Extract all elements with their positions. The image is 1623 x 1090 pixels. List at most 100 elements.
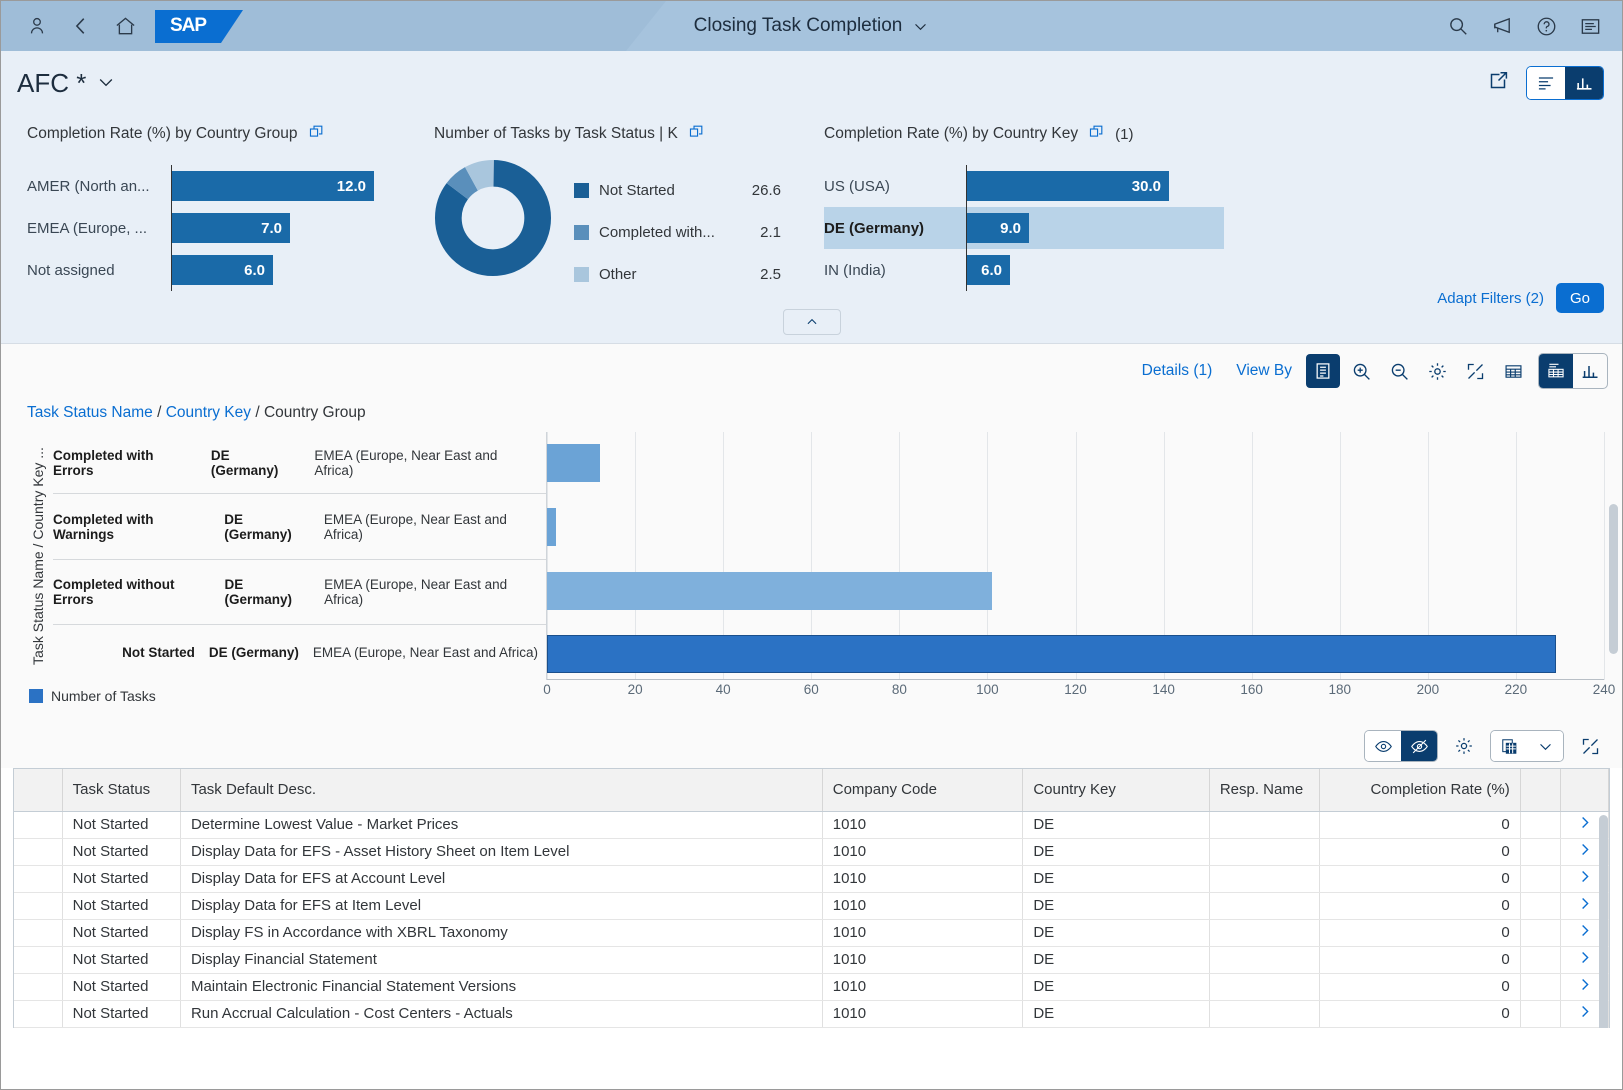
settings-icon[interactable] [1420, 354, 1454, 388]
megaphone-icon[interactable] [1480, 4, 1524, 48]
fullscreen-icon[interactable] [1458, 354, 1492, 388]
copy-to-clipboard-icon[interactable] [1491, 731, 1527, 761]
card2-legend-row-2[interactable]: Other 2.5 [574, 253, 781, 295]
card1-bar-row-2[interactable]: Not assigned 6.0 [27, 249, 422, 291]
fullscreen-icon[interactable] [1574, 731, 1606, 761]
home-icon[interactable] [103, 4, 147, 48]
zoom-out-icon[interactable] [1382, 354, 1416, 388]
back-icon[interactable] [59, 4, 103, 48]
table-row[interactable]: Not Started Run Accrual Calculation - Cos… [14, 1000, 1609, 1028]
table-row[interactable]: Not Started Maintain Electronic Financial… [14, 973, 1609, 1001]
table-vertical-scrollbar[interactable] [1599, 815, 1608, 1028]
cell-task-status: Not Started [62, 811, 181, 839]
cell-select [14, 946, 63, 974]
table-grid-icon[interactable] [1496, 354, 1530, 388]
chevron-down-icon [100, 78, 113, 86]
open-in-full-screen-icon[interactable] [1088, 123, 1105, 145]
user-icon[interactable] [15, 4, 59, 48]
chart-bar-3[interactable] [547, 635, 1556, 673]
cell-company-code: 1010 [822, 1000, 1024, 1028]
card3-bar-row-0[interactable]: US (USA) 30.0 [824, 165, 1224, 207]
cell-select [14, 892, 63, 920]
breadcrumb: Task Status Name / Country Key / Country… [1, 398, 1622, 432]
settings-icon[interactable] [1448, 731, 1480, 761]
chart-table-icon[interactable] [1539, 354, 1573, 388]
card3-bar-row-2[interactable]: IN (India) 6.0 [824, 249, 1224, 291]
chart-vertical-scrollbar[interactable] [1609, 504, 1618, 654]
breadcrumb-separator: / [255, 404, 260, 421]
cell-spacer [1520, 838, 1561, 866]
search-icon[interactable] [1436, 4, 1480, 48]
x-axis-tick-label: 220 [1504, 682, 1528, 697]
cell-company-code: 1010 [822, 973, 1024, 1001]
cell-resp-name [1209, 892, 1321, 920]
table-row[interactable]: Not Started Display Data for EFS at Item … [14, 892, 1609, 920]
card-title: Completion Rate (%) by Country Group [27, 125, 298, 142]
chart-bar-1[interactable] [547, 508, 556, 546]
app-title-button[interactable]: Closing Task Completion [694, 15, 930, 37]
th-task-status[interactable]: Task Status [62, 769, 181, 812]
table-row[interactable]: Not Started Display FS in Accordance with… [14, 919, 1609, 947]
chevron-down-icon [915, 23, 927, 30]
go-button[interactable]: Go [1555, 283, 1604, 313]
card2-legend-row-0[interactable]: Not Started 26.6 [574, 169, 781, 211]
chart-section: Details (1) View By Task Status Name / C… [1, 344, 1622, 768]
show-labels-icon[interactable] [1365, 731, 1401, 761]
collapse-header-button[interactable] [782, 309, 841, 335]
dimension-list-icon[interactable] [1306, 354, 1340, 388]
cell-country-key: DE [1022, 946, 1210, 974]
category-group-0: EMEA (Europe, Near East and Africa) [314, 447, 498, 478]
card3-bar-row-1[interactable]: DE (Germany) 9.0 [824, 207, 1224, 249]
breadcrumb-item-country-key[interactable]: Country Key [166, 404, 251, 421]
donut-chart[interactable] [434, 159, 552, 277]
view-by-button[interactable]: View By [1226, 362, 1302, 380]
card3-bar-label-1: DE (Germany) [824, 219, 925, 237]
chart-bar-0[interactable] [547, 444, 600, 482]
table-row[interactable]: Not Started Determine Lowest Value - Mark… [14, 811, 1609, 839]
th-company-code[interactable]: Company Code [821, 769, 1024, 812]
zoom-in-icon[interactable] [1344, 354, 1378, 388]
th-nav [1560, 769, 1609, 812]
adapt-filters-button[interactable]: Adapt Filters (2) [1437, 290, 1544, 307]
breadcrumb-item-task-status-name[interactable]: Task Status Name [27, 404, 153, 421]
legend-swatch-icon [29, 689, 43, 703]
main-bar-chart[interactable]: Task Status Name / Country Key ... Compl… [1, 432, 1622, 704]
open-in-full-screen-icon[interactable] [688, 123, 705, 145]
category-group-3: EMEA (Europe, Near East and Africa) [312, 645, 538, 660]
category-row-1: Completed with Warnings DE (Germany) EME… [53, 494, 546, 560]
th-resp-name[interactable]: Resp. Name [1209, 769, 1321, 812]
share-icon[interactable] [1486, 69, 1510, 98]
table-row[interactable]: Not Started Display Data for EFS - Asset … [14, 838, 1609, 866]
cell-resp-name [1209, 811, 1321, 839]
card1-bar-row-0[interactable]: AMER (North an... 12.0 [27, 165, 422, 207]
variant-management-button[interactable]: AFC * [17, 68, 116, 99]
table-header-row: Task Status Task Default Desc. Company C… [14, 769, 1609, 812]
card2-legend-row-1[interactable]: Completed with... 2.1 [574, 211, 781, 253]
card2-legend-value-0: 26.6 [751, 181, 781, 199]
menu-icon[interactable] [1568, 4, 1612, 48]
th-country-key[interactable]: Country Key [1022, 769, 1210, 812]
card3-bar-value-1: 9.0 [1000, 219, 1021, 237]
th-completion-rate[interactable]: Completion Rate (%) [1319, 769, 1521, 812]
chart-view-icon[interactable] [1565, 67, 1603, 99]
list-view-icon[interactable] [1527, 67, 1565, 99]
cell-country-key: DE [1022, 811, 1210, 839]
cell-spacer [1520, 811, 1561, 839]
chevron-down-icon[interactable] [1527, 731, 1563, 761]
open-in-full-screen-icon[interactable] [308, 123, 325, 145]
table-row[interactable]: Not Started Display Financial Statement 10… [14, 946, 1609, 974]
category-country-3: DE (Germany) [208, 645, 299, 660]
hide-labels-icon[interactable] [1401, 731, 1437, 761]
details-button[interactable]: Details (1) [1132, 362, 1223, 380]
chart-legend[interactable]: Number of Tasks [29, 688, 156, 704]
th-task-default-desc[interactable]: Task Default Desc. [179, 769, 823, 812]
table-row[interactable]: Not Started Display Data for EFS at Accou… [14, 865, 1609, 893]
chart-bar-2[interactable] [547, 572, 992, 610]
cell-company-code: 1010 [822, 946, 1024, 974]
cell-country-key: DE [1022, 973, 1210, 1001]
help-icon[interactable] [1524, 4, 1568, 48]
card1-bar-row-1[interactable]: EMEA (Europe, ... 7.0 [27, 207, 422, 249]
th-select [14, 769, 63, 812]
bar-chart-icon[interactable] [1573, 354, 1607, 388]
sap-logo[interactable]: SAP [155, 9, 243, 43]
